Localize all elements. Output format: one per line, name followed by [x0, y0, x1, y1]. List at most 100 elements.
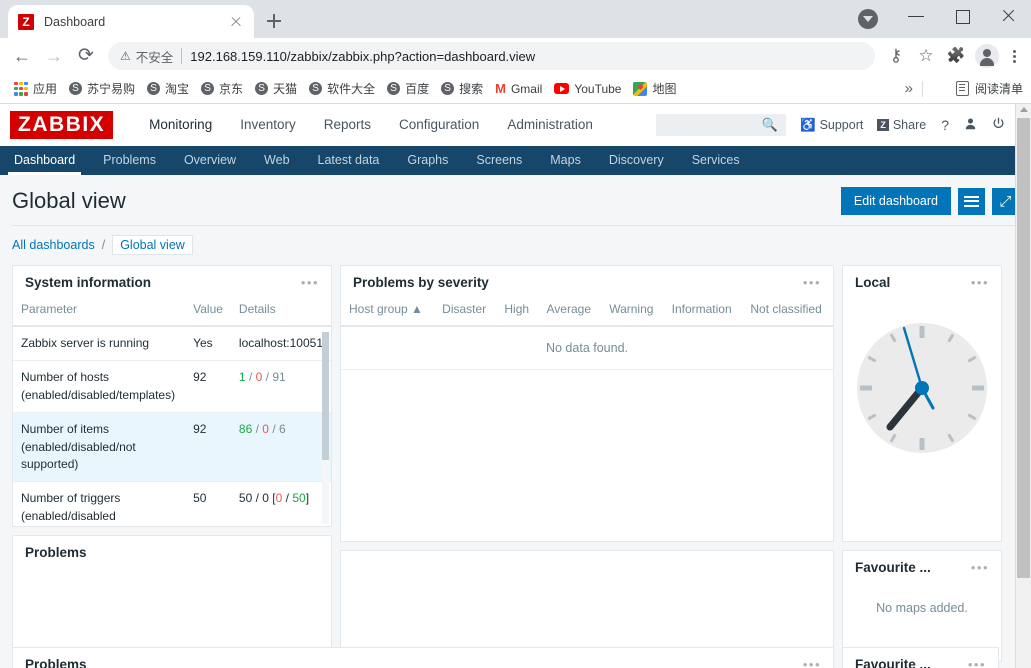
dashboard-menu-button[interactable] — [958, 187, 985, 215]
scrollbar-thumb[interactable] — [1017, 118, 1030, 578]
bookmark-suning[interactable]: 苏宁易购 — [63, 77, 141, 101]
problems-widget-left-spacer: Problems — [12, 535, 332, 650]
nav-configuration[interactable]: Configuration — [385, 104, 493, 146]
favourite-maps-widget: Favourite ... ••• No maps added. — [842, 550, 1002, 662]
widget-scroll-thumb[interactable] — [322, 332, 329, 460]
page-title-row: Global view Edit dashboard — [12, 187, 1019, 215]
share-label: Share — [892, 118, 927, 132]
subnav-services[interactable]: Services — [678, 146, 754, 175]
widget-menu-icon[interactable]: ••• — [803, 658, 821, 668]
widget-column-left: System information ••• Parameter Value D… — [12, 265, 332, 658]
address-bar[interactable]: ⚠ 不安全 192.168.159.110/zabbix/zabbix.php?… — [108, 42, 875, 70]
search-input[interactable] — [663, 117, 762, 133]
forward-icon[interactable] — [38, 40, 70, 72]
key-icon[interactable] — [881, 41, 911, 71]
system-information-widget: System information ••• Parameter Value D… — [12, 265, 332, 527]
security-label: 不安全 — [135, 50, 174, 65]
bookmark-gmail[interactable]: M Gmail — [489, 77, 548, 101]
col-warning[interactable]: Warning — [601, 298, 664, 327]
empty-state-message: No data found. — [341, 327, 833, 370]
back-icon[interactable] — [6, 40, 38, 72]
cell-value: 92 — [185, 360, 231, 414]
col-average[interactable]: Average — [538, 298, 602, 327]
subnav-problems[interactable]: Problems — [89, 146, 170, 175]
col-information[interactable]: Information — [663, 298, 743, 327]
problems-widget: Problems ••• Time ▼ Info Host Problem • … — [12, 647, 834, 668]
subnav-discovery[interactable]: Discovery — [595, 146, 678, 175]
cell-parameter: Number of items (enabled/disabled/not su… — [13, 412, 186, 483]
subnav-screens[interactable]: Screens — [462, 146, 536, 175]
widget-title: Problems by severity — [353, 275, 489, 290]
global-search-box[interactable]: 🔍 — [655, 114, 786, 136]
zabbix-page: ZABBIX Monitoring Inventory Reports Conf… — [0, 104, 1031, 668]
widget-menu-icon[interactable]: ••• — [301, 276, 319, 289]
user-profile-icon[interactable] — [964, 117, 977, 133]
nav-monitoring[interactable]: Monitoring — [135, 104, 226, 146]
reading-list-button[interactable]: 阅读清单 — [955, 80, 1023, 97]
support-link[interactable]: ♿ Support — [800, 118, 863, 133]
bookmark-maps[interactable]: 地图 — [627, 77, 682, 101]
widget-title: Problems — [25, 545, 87, 560]
col-not-classified[interactable]: Not classified — [742, 298, 833, 327]
subnav-maps[interactable]: Maps — [536, 146, 595, 175]
nav-inventory[interactable]: Inventory — [226, 104, 310, 146]
nav-reports[interactable]: Reports — [310, 104, 385, 146]
gmail-icon: M — [495, 81, 506, 96]
widget-header: Favourite ... ••• — [843, 648, 998, 668]
widget-menu-icon[interactable]: ••• — [803, 276, 821, 289]
problems-by-severity-table: Host group ▲ Disaster High Average Warni… — [341, 298, 833, 327]
page-scrollbar[interactable] — [1015, 104, 1031, 668]
subnav-latest-data[interactable]: Latest data — [304, 146, 394, 175]
edit-dashboard-button[interactable]: Edit dashboard — [840, 187, 951, 215]
subnav-dashboard[interactable]: Dashboard — [0, 146, 89, 175]
bookmark-youtube[interactable]: YouTube — [548, 77, 627, 101]
puzzle-icon[interactable] — [941, 41, 971, 71]
close-tab-icon[interactable] — [228, 14, 244, 30]
zabbix-logo[interactable]: ZABBIX — [10, 111, 114, 139]
new-tab-button[interactable] — [260, 7, 288, 35]
google-maps-icon — [633, 81, 648, 96]
star-icon[interactable] — [911, 41, 941, 71]
favourite-maps-widget-bottom: Favourite ... ••• No maps added. — [842, 647, 999, 668]
profile-avatar[interactable] — [975, 44, 999, 68]
col-value[interactable]: Value — [185, 298, 231, 327]
subnav-overview[interactable]: Overview — [170, 146, 250, 175]
minimize-button[interactable] — [893, 0, 939, 32]
col-high[interactable]: High — [496, 298, 539, 327]
cell-details: localhost:10051 — [230, 326, 331, 362]
widget-menu-icon[interactable]: ••• — [971, 561, 989, 574]
breadcrumb-all-dashboards[interactable]: All dashboards — [12, 238, 95, 252]
kebab-menu-icon[interactable] — [1003, 41, 1025, 71]
col-disaster[interactable]: Disaster — [434, 298, 497, 327]
bookmark-jd[interactable]: 京东 — [195, 77, 249, 101]
bookmark-tmall[interactable]: 天猫 — [249, 77, 303, 101]
help-icon[interactable]: ? — [941, 117, 949, 133]
bookmark-baidu[interactable]: 百度 — [381, 77, 435, 101]
bookmarks-overflow-icon[interactable]: » — [905, 80, 913, 97]
share-link[interactable]: Z Share — [877, 118, 926, 132]
widget-menu-icon[interactable]: ••• — [971, 276, 989, 289]
col-parameter[interactable]: Parameter — [13, 298, 186, 327]
cell-parameter: Zabbix server is running — [13, 326, 186, 362]
sign-out-icon[interactable] — [992, 117, 1005, 133]
globe-icon — [69, 82, 83, 95]
reload-icon[interactable] — [70, 40, 102, 72]
close-window-button[interactable] — [985, 0, 1031, 32]
bookmark-software[interactable]: 软件大全 — [303, 77, 381, 101]
col-host-group[interactable]: Host group ▲ — [341, 298, 435, 327]
download-indicator-icon[interactable] — [858, 9, 878, 29]
bookmark-search[interactable]: 搜索 — [435, 77, 489, 101]
widget-menu-icon[interactable]: ••• — [968, 658, 986, 668]
bookmark-label: 软件大全 — [327, 82, 376, 96]
bookmark-taobao[interactable]: 淘宝 — [141, 77, 195, 101]
subnav-web[interactable]: Web — [250, 146, 303, 175]
maximize-button[interactable] — [939, 0, 985, 32]
col-details[interactable]: Details — [230, 298, 331, 327]
globe-icon — [201, 82, 215, 95]
bookmark-apps[interactable]: 应用 — [8, 77, 63, 101]
browser-tab[interactable]: Z Dashboard — [8, 5, 254, 38]
scroll-up-arrow-icon[interactable] — [1020, 107, 1028, 112]
nav-administration[interactable]: Administration — [493, 104, 607, 146]
subnav-graphs[interactable]: Graphs — [393, 146, 462, 175]
search-icon[interactable]: 🔍 — [762, 117, 778, 133]
